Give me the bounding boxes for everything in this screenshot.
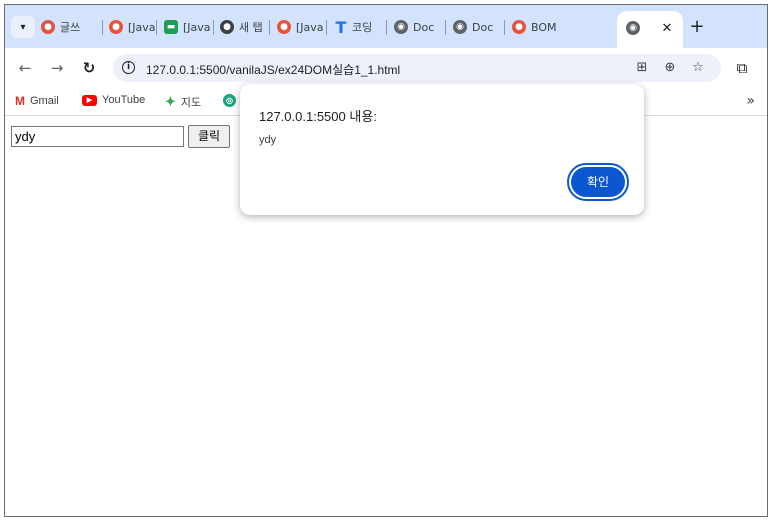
tistory-icon: ● bbox=[277, 20, 291, 34]
bookmark-label: 지도 bbox=[180, 97, 202, 109]
chevron-down-icon: ▾ bbox=[20, 21, 26, 33]
toolbar: ← → ↻ i 127.0.0.1:5500/vanilaJS/ex24DOM실… bbox=[5, 48, 767, 88]
reload-icon: ↻ bbox=[82, 59, 96, 77]
chat-icon: ▬ bbox=[164, 20, 178, 34]
globe-icon: ◉ bbox=[394, 20, 408, 34]
tab[interactable]: ● 글쓰 bbox=[41, 13, 103, 41]
info-icon[interactable]: i bbox=[122, 61, 135, 74]
tab-label: [Java bbox=[128, 20, 156, 34]
alert-dialog: 127.0.0.1:5500 내용: ydy 확인 bbox=[240, 84, 644, 215]
name-input[interactable] bbox=[11, 126, 184, 147]
tistory-icon: ● bbox=[109, 20, 123, 34]
tab-label: [Java bbox=[296, 20, 324, 34]
tab[interactable]: ◉ Doc bbox=[394, 13, 446, 41]
alert-message: ydy bbox=[259, 134, 277, 146]
bookmark-star-icon[interactable]: ☆ bbox=[689, 60, 707, 76]
plus-icon: + bbox=[689, 16, 705, 37]
arrow-left-icon: ← bbox=[18, 59, 32, 77]
forward-button[interactable]: → bbox=[47, 58, 67, 78]
tab-label: 코딩 bbox=[352, 21, 373, 34]
tab-search-button[interactable]: ▾ bbox=[11, 16, 35, 38]
t-icon: T bbox=[335, 17, 347, 37]
gmail-icon: M bbox=[15, 94, 25, 108]
youtube-icon: ▶ bbox=[82, 94, 97, 106]
tistory-icon: ● bbox=[512, 20, 526, 34]
tab[interactable]: ▬ [Java bbox=[164, 13, 214, 41]
tab-label: Doc bbox=[472, 20, 494, 34]
tab[interactable]: ● [Java bbox=[109, 13, 157, 41]
globe-icon: ◉ bbox=[453, 20, 467, 34]
arrow-right-icon: → bbox=[50, 59, 64, 77]
new-tab-button[interactable]: + bbox=[688, 18, 706, 36]
tab-label: 글쓰 bbox=[60, 21, 81, 34]
click-button[interactable]: 클릭 bbox=[188, 125, 230, 148]
tab[interactable]: ● 새 탭 bbox=[220, 13, 270, 41]
reload-button[interactable]: ↻ bbox=[79, 58, 99, 78]
bookmark-maps[interactable]: ✦ 지도 bbox=[165, 94, 201, 110]
alert-title: 127.0.0.1:5500 내용: bbox=[259, 109, 377, 124]
browser-window: ▾ ● 글쓰 ● [Java ▬ [Java ● 새 탭 ● [Java T 코… bbox=[4, 4, 768, 517]
tab-label: [Java bbox=[183, 20, 211, 34]
ok-button[interactable]: 확인 bbox=[567, 163, 629, 201]
tab-strip: ▾ ● 글쓰 ● [Java ▬ [Java ● 새 탭 ● [Java T 코… bbox=[5, 5, 767, 48]
bookmarks-overflow-button[interactable]: » bbox=[746, 93, 755, 109]
close-icon[interactable]: ✕ bbox=[659, 21, 675, 37]
zoom-icon[interactable]: ⊕ bbox=[661, 60, 679, 76]
tab[interactable]: ● BOM bbox=[512, 13, 612, 41]
back-button[interactable]: ← bbox=[15, 58, 35, 78]
bookmark-label: YouTube bbox=[102, 94, 146, 106]
globe-icon: ◉ bbox=[626, 21, 640, 35]
github-icon: ● bbox=[220, 20, 234, 34]
tab-active[interactable]: ◉ ✕ bbox=[617, 11, 683, 48]
translate-icon[interactable]: ⊞ bbox=[633, 60, 651, 76]
tab[interactable]: T 코딩 bbox=[335, 13, 387, 41]
maps-icon: ✦ bbox=[165, 94, 176, 109]
tab-label: 새 탭 bbox=[239, 21, 263, 34]
bookmark-gmail[interactable]: M Gmail bbox=[15, 94, 59, 108]
ok-button-label: 확인 bbox=[571, 167, 625, 197]
address-bar[interactable]: i 127.0.0.1:5500/vanilaJS/ex24DOM실습1_1.h… bbox=[113, 54, 721, 82]
tab-label: Doc bbox=[413, 20, 435, 34]
bookmark-youtube[interactable]: ▶ YouTube bbox=[82, 94, 145, 106]
url-text[interactable]: 127.0.0.1:5500/vanilaJS/ex24DOM실습1_1.htm… bbox=[146, 61, 400, 78]
chatgpt-icon: ◎ bbox=[223, 94, 236, 107]
tab-label: BOM bbox=[531, 20, 557, 34]
tab[interactable]: ◉ Doc bbox=[453, 13, 505, 41]
bookmark-label: Gmail bbox=[30, 95, 59, 107]
tistory-icon: ● bbox=[41, 20, 55, 34]
bookmark-chatgpt[interactable]: ◎ bbox=[223, 94, 241, 107]
tab[interactable]: ● [Java bbox=[277, 13, 327, 41]
extensions-icon[interactable]: ⧉ bbox=[732, 58, 752, 78]
